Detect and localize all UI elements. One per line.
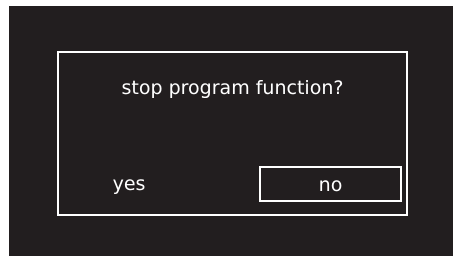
- yes-option-button[interactable]: yes: [99, 166, 159, 202]
- display-screen: stop program function? yes no: [9, 6, 453, 256]
- dialog-prompt: stop program function?: [121, 77, 344, 99]
- no-option-button[interactable]: no: [259, 166, 402, 202]
- confirmation-dialog: stop program function? yes no: [57, 51, 408, 216]
